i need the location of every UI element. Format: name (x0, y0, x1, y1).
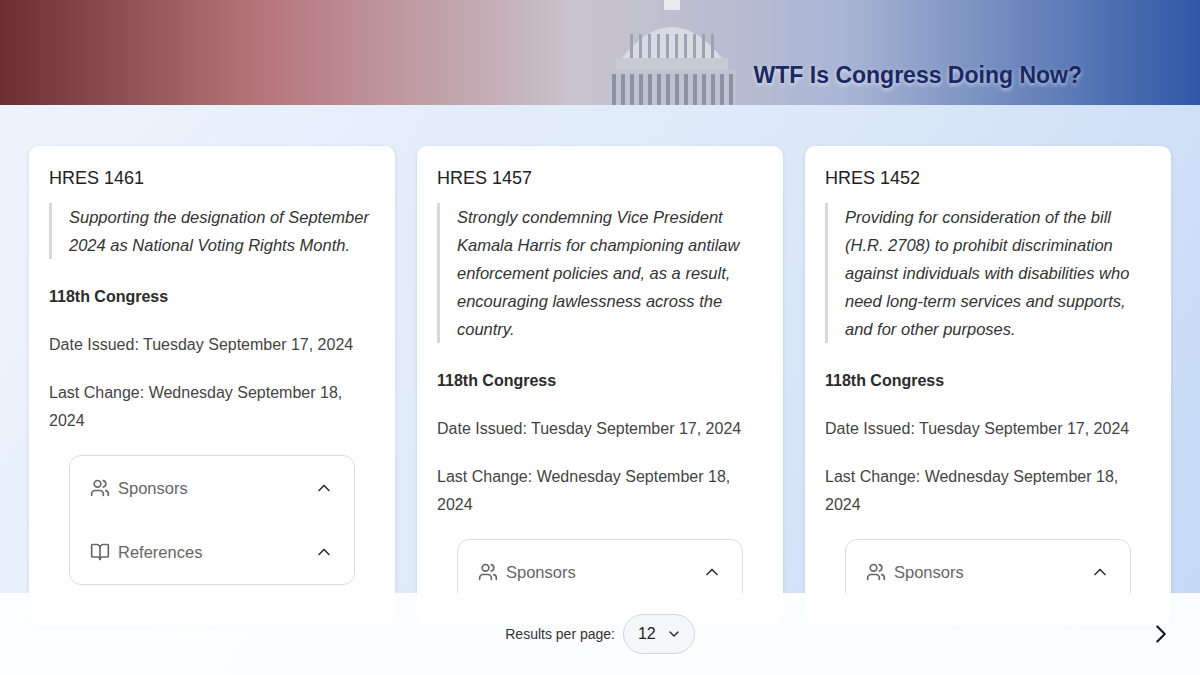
next-page-button[interactable] (1142, 615, 1180, 653)
date-issued: Date Issued: Tuesday September 17, 2024 (49, 331, 375, 359)
accordion-header[interactable]: References (70, 520, 354, 584)
people-icon (478, 562, 498, 582)
accordion-label: Sponsors (118, 479, 306, 498)
bill-title: Supporting the designation of September … (49, 203, 375, 259)
results-per-page-label: Results per page: (505, 626, 615, 642)
accordion-label: References (118, 543, 306, 562)
last-change: Last Change: Wednesday September 18, 202… (437, 463, 763, 519)
accordion: Sponsors References (69, 455, 355, 585)
last-change: Last Change: Wednesday September 18, 202… (825, 463, 1151, 519)
pagination-bar: Results per page: 12 (0, 593, 1200, 675)
header: WTF Is Congress Doing Now? (0, 0, 1200, 105)
chevron-right-icon (1146, 619, 1176, 649)
chevron-up-icon (1090, 562, 1110, 582)
chevron-up-icon (702, 562, 722, 582)
accordion-header[interactable]: Sponsors (70, 456, 354, 520)
bill-id: HRES 1461 (49, 168, 375, 189)
bill-title: Providing for consideration of the bill … (825, 203, 1151, 343)
bill-id: HRES 1452 (825, 168, 1151, 189)
congress: 118th Congress (437, 367, 763, 395)
congress: 118th Congress (825, 367, 1151, 395)
bill-card: HRES 1461 Supporting the designation of S… (29, 146, 395, 625)
chevron-down-icon (666, 626, 682, 642)
date-issued: Date Issued: Tuesday September 17, 2024 (437, 415, 763, 443)
accordion-label: Sponsors (894, 563, 1082, 582)
page: WTF Is Congress Doing Now? HRES 1461 Suppo… (0, 0, 1200, 675)
congress: 118th Congress (49, 283, 375, 311)
bill-card: HRES 1457 Strongly condemning Vice Presid… (417, 146, 783, 625)
people-icon (866, 562, 886, 582)
bill-title: Strongly condemning Vice President Kamal… (437, 203, 763, 343)
site-title: WTF Is Congress Doing Now? (754, 62, 1082, 89)
bill-list: HRES 1461 Supporting the designation of S… (0, 105, 1200, 625)
chevron-up-icon (314, 542, 334, 562)
chevron-up-icon (314, 478, 334, 498)
select-value: 12 (638, 625, 656, 643)
book-icon (90, 542, 110, 562)
people-icon (90, 478, 110, 498)
results-per-page-select[interactable]: 12 (623, 614, 695, 654)
bill-id: HRES 1457 (437, 168, 763, 189)
last-change: Last Change: Wednesday September 18, 202… (49, 379, 375, 435)
accordion-label: Sponsors (506, 563, 694, 582)
bill-card: HRES 1452 Providing for consideration of … (805, 146, 1171, 625)
date-issued: Date Issued: Tuesday September 17, 2024 (825, 415, 1151, 443)
capitol-dome-icon (586, 0, 758, 105)
